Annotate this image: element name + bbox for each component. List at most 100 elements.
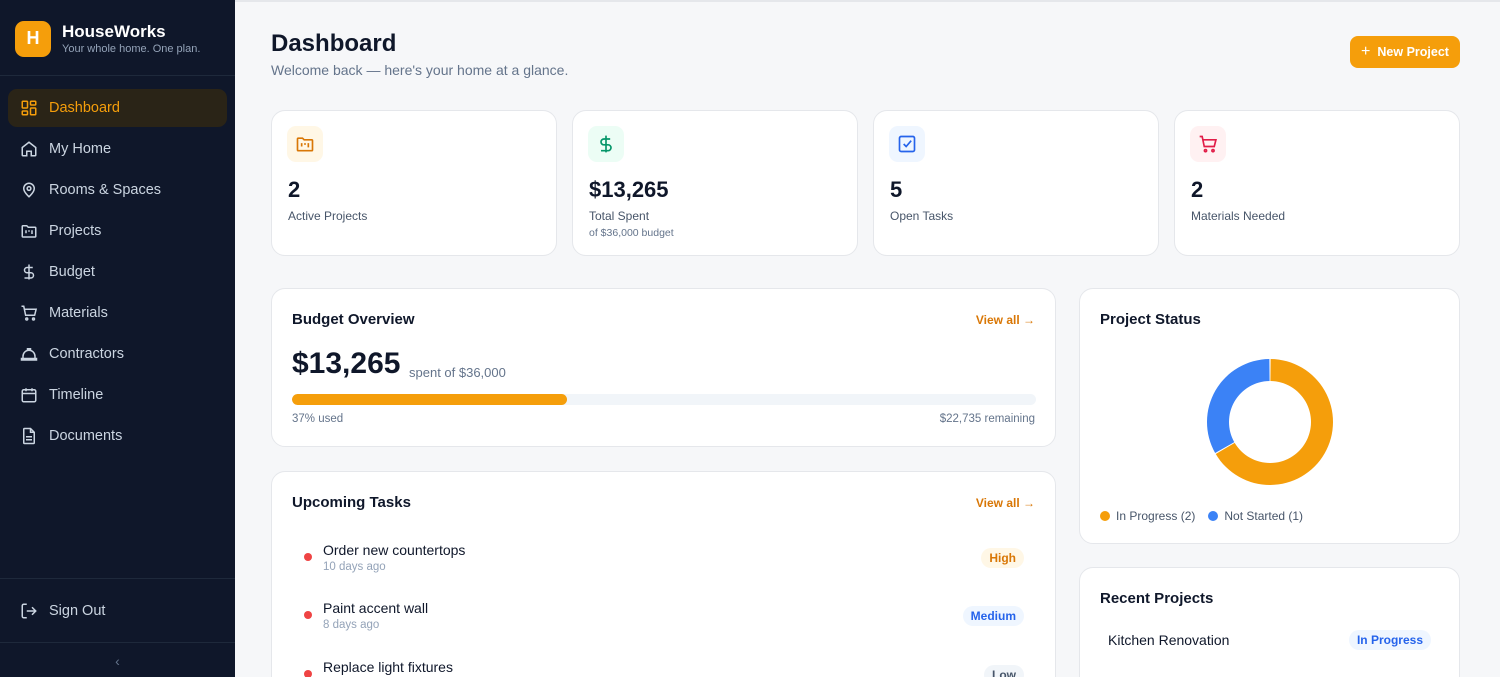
new-project-label: New Project [1377,45,1449,59]
sidebar-item-projects[interactable]: Projects [8,212,227,250]
plus-icon: + [1361,43,1371,60]
sidebar-item-budget[interactable]: Budget [8,253,227,291]
priority-dot [304,553,312,561]
task-when: 8 days ago [323,619,380,631]
card-title: Budget Overview [292,311,415,328]
sidebar-item-label: Contractors [49,346,124,362]
sign-out-label: Sign Out [49,602,106,619]
stat-label: Total Spent [589,209,650,223]
chevron-left-icon: ‹ [115,653,120,669]
stat-card-open-tasks[interactable]: 5 Open Tasks [873,110,1159,256]
tasks-view-all-link[interactable]: View all → [976,496,1035,510]
dollar-icon [20,263,38,281]
brand-logo: H [15,20,51,57]
card-title: Recent Projects [1100,590,1214,607]
map-pin-icon [20,181,38,199]
upcoming-tasks-card: Upcoming Tasks View all → Order new coun… [271,471,1056,677]
stat-value: 2 [288,177,301,202]
sidebar: H HouseWorks Your whole home. One plan. … [0,0,235,677]
sidebar-item-my-home[interactable]: My Home [8,130,227,168]
task-name: Paint accent wall [323,600,429,616]
sidebar-item-dashboard[interactable]: Dashboard [8,89,227,127]
priority-dot [304,611,312,619]
file-icon [20,427,38,445]
stat-label: Active Projects [288,209,368,223]
task-when: 10 days ago [323,561,386,573]
new-project-button[interactable]: + New Project [1350,36,1460,68]
stat-card-active-projects[interactable]: 2 Active Projects [271,110,557,256]
page-header: Dashboard Welcome back — here's your hom… [271,30,568,78]
brand[interactable]: H HouseWorks Your whole home. One plan. [0,0,235,76]
budget-overview-card: Budget Overview View all → $13,265 spent… [271,288,1056,447]
stat-value: 2 [1191,177,1204,202]
calendar-icon [20,386,38,404]
check-square-icon [889,126,925,162]
sidebar-item-contractors[interactable]: Contractors [8,335,227,373]
log-out-icon [20,602,38,620]
legend-dot [1208,511,1219,521]
sidebar-item-label: Rooms & Spaces [49,182,162,198]
task-name: Replace light fixtures [323,659,453,675]
legend-item: In Progress (2) [1100,509,1195,523]
card-title: Upcoming Tasks [292,494,411,511]
budget-progress-bar [292,394,1036,405]
sidebar-item-label: Materials [49,305,108,321]
grid-icon [20,99,38,117]
stat-value: $13,265 [589,177,669,202]
main-content: Dashboard Welcome back — here's your hom… [235,0,1500,677]
budget-progress-fill [292,394,568,405]
stat-value: 5 [890,177,903,202]
priority-badge: Low [984,665,1024,677]
dollar-icon [588,126,624,162]
stat-card-materials-needed[interactable]: 2 Materials Needed [1174,110,1460,256]
stat-label: Materials Needed [1191,209,1286,223]
budget-spent-amount: $13,265 [292,347,401,380]
donut-slice-not-started[interactable] [1207,359,1270,453]
cart-icon [1190,126,1226,162]
sidebar-item-label: Dashboard [49,100,120,116]
priority-badge: Medium [962,606,1024,626]
home-icon [20,140,38,158]
stat-label: Open Tasks [890,209,954,223]
task-item[interactable]: Order new countertops 10 days ago High [304,542,1024,586]
task-name: Order new countertops [323,542,466,558]
legend-dot [1100,511,1110,521]
sign-out-button[interactable]: Sign Out [0,579,235,643]
cart-icon [20,304,38,322]
legend-label: Not Started (1) [1224,509,1304,523]
sidebar-item-label: Budget [49,264,95,280]
recent-projects-card: Recent Projects Kitchen Renovation In Pr… [1079,567,1460,677]
brand-tagline: Your whole home. One plan. [62,42,201,55]
project-status-card: Project Status In Progress (2) Not Start… [1079,288,1460,544]
status-badge: In Progress [1348,630,1431,650]
priority-badge: High [981,548,1024,568]
sidebar-item-label: Projects [49,223,102,239]
budget-spent-sub: spent of $36,000 [409,365,506,380]
legend-label: In Progress (2) [1116,509,1196,523]
sidebar-item-materials[interactable]: Materials [8,294,227,332]
folder-kanban-icon [287,126,323,162]
sidebar-item-label: Timeline [49,387,104,403]
sidebar-nav: Dashboard My Home Rooms & Spaces Project… [0,76,235,455]
budget-used-label: 37% used [292,413,344,425]
priority-dot [304,670,312,677]
hard-hat-icon [20,345,38,363]
folder-kanban-icon [20,222,38,240]
chart-legend: In Progress (2) Not Started (1) [1100,509,1316,523]
sidebar-item-label: Documents [49,428,123,444]
stat-card-total-spent[interactable]: $13,265 Total Spent of $36,000 budget [572,110,858,256]
recent-project-name[interactable]: Kitchen Renovation [1108,632,1229,648]
collapse-sidebar-button[interactable]: ‹ [0,643,235,677]
brand-name: HouseWorks [62,21,166,41]
budget-view-all-link[interactable]: View all → [976,313,1035,327]
sidebar-item-rooms[interactable]: Rooms & Spaces [8,171,227,209]
sidebar-item-timeline[interactable]: Timeline [8,376,227,414]
sidebar-item-documents[interactable]: Documents [8,417,227,455]
page-subtitle: Welcome back — here's your home at a gla… [271,62,569,78]
task-item[interactable]: Replace light fixtures Low [304,659,1024,677]
page-title: Dashboard [271,30,397,57]
budget-remaining-label: $22,735 remaining [939,413,1035,425]
project-status-donut [1207,359,1333,485]
task-item[interactable]: Paint accent wall 8 days ago Medium [304,600,1024,644]
stat-note: of $36,000 budget [589,227,674,239]
